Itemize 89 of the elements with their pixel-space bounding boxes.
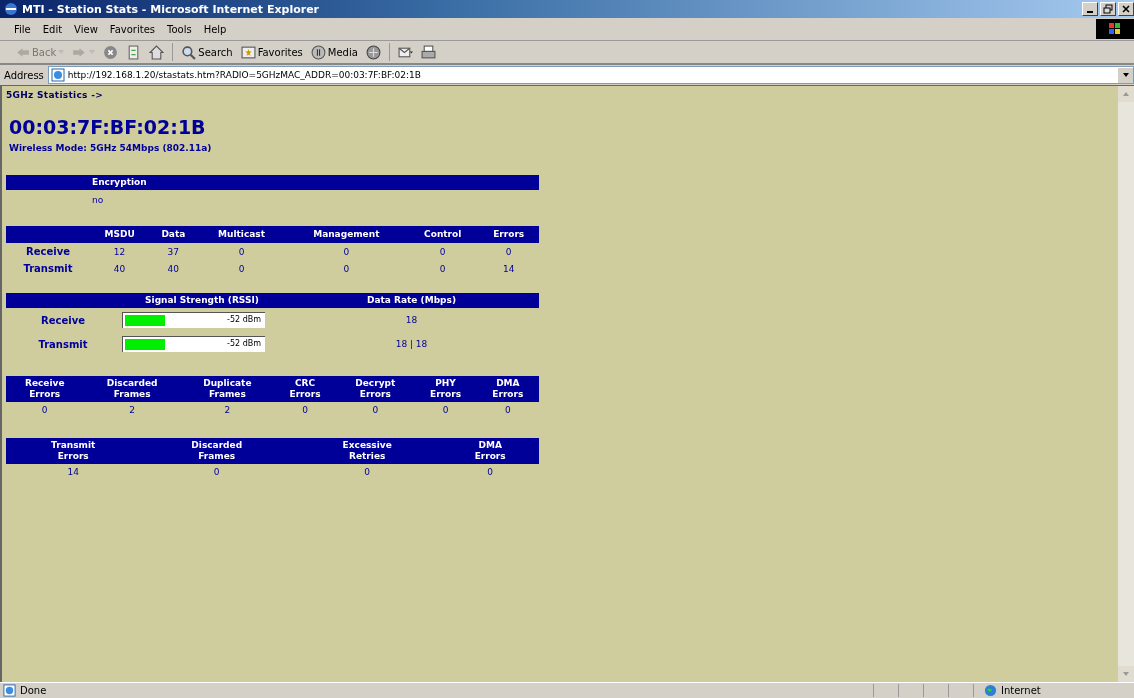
column-header: Transmit Errors (6, 438, 141, 464)
table-cell: 2 (129, 405, 135, 415)
restore-icon (1103, 4, 1113, 14)
menu-item[interactable]: Favorites (103, 23, 161, 35)
column-header: Excessive Retries (293, 438, 442, 464)
table-cell: 0 (302, 405, 308, 415)
window-title: MTI - Station Stats - Microsoft Internet Explorer (22, 2, 321, 16)
favorites-button[interactable]: Favorites (237, 44, 306, 60)
search-button[interactable]: Search (178, 44, 236, 60)
table-cell: 0 (213, 467, 220, 477)
table-cell: 40 (167, 263, 180, 274)
wireless-mode-text: Wireless Mode: 5GHz 54Mbps (802.11a) (8, 143, 213, 153)
column-header: Errors (478, 226, 539, 243)
printer-icon (420, 44, 436, 60)
address-label: Address (4, 69, 44, 81)
column-header: Discarded Frames (140, 438, 294, 464)
globe-icon (984, 684, 997, 697)
minimize-icon (1087, 11, 1093, 13)
minimize-button[interactable] (1082, 2, 1098, 16)
menu-item[interactable]: Help (197, 23, 233, 35)
table-cell: 0 (442, 405, 449, 415)
close-icon (1121, 4, 1131, 14)
table-cell: 0 (364, 467, 371, 477)
page-icon (50, 68, 65, 82)
windows-logo-icon (1096, 19, 1134, 39)
column-header: Encryption (90, 175, 539, 190)
restore-button[interactable] (1100, 2, 1116, 16)
table-cell: 18 (405, 315, 418, 325)
table-cell: 18 | 18 (395, 339, 428, 349)
menu-item[interactable]: Tools (161, 23, 198, 35)
column-header: Discarded Frames (83, 376, 181, 402)
caret-icon (89, 49, 96, 55)
signal-reading: -52 dBm (227, 339, 261, 348)
column-header: Management (285, 226, 408, 243)
column-header: Multicast (197, 226, 286, 243)
column-header: CRC Errors (273, 376, 337, 402)
table-cell: 0 (41, 405, 48, 415)
browser-icon (4, 2, 18, 16)
table-cell: 0 (343, 263, 350, 274)
table-cell: 2 (224, 405, 231, 415)
caret-icon (1121, 71, 1130, 79)
address-field[interactable]: http://192.168.1.20/stastats.htm?RADIO=5GHzMAC_ADDR=00:03:7F:BF:02:1B (47, 66, 1134, 84)
table-cell: 0 (439, 263, 446, 274)
menu-item[interactable]: File (8, 23, 37, 35)
station-address: 00:03:7F:BF:02:1B (8, 116, 207, 138)
column-header: Control (407, 226, 479, 243)
table-cell: 14 (502, 263, 515, 274)
stop-icon (103, 44, 119, 60)
table-cell: 37 (167, 246, 180, 257)
table-cell: 0 (505, 246, 512, 257)
row-label: Transmit (38, 338, 88, 350)
row-label: Transmit (23, 263, 73, 274)
breadcrumb-link[interactable]: 5GHz Statistics -> (6, 90, 1118, 100)
dropdown-button[interactable] (1118, 67, 1133, 83)
row-label: Receive (26, 246, 70, 257)
menu-item[interactable]: Edit (36, 23, 69, 35)
star-folder-icon (240, 44, 256, 60)
table-cell: 40 (113, 263, 126, 274)
column-header: DMA Errors (476, 376, 539, 402)
home-icon (149, 44, 165, 60)
table-cell: 0 (238, 263, 245, 274)
column-header: Receive Errors (6, 376, 84, 402)
column-header: Data (149, 226, 198, 243)
column-header: Decrypt Errors (336, 376, 415, 402)
column-header: MSDU (90, 226, 150, 243)
zone-label: Internet (1001, 685, 1041, 696)
search-icon (181, 44, 197, 60)
column-header: PHY Errors (414, 376, 477, 402)
media-icon (310, 44, 326, 60)
table-cell: no (92, 195, 104, 205)
status-text: Done (20, 685, 48, 696)
table-cell: 0 (504, 405, 511, 415)
column-header: Signal Strength (RSSI) (120, 293, 284, 308)
table-cell: 0 (238, 246, 245, 257)
table-cell: 0 (439, 246, 446, 257)
media-button[interactable]: Media (307, 44, 361, 60)
row-label: Receive (41, 314, 85, 326)
table-cell: 0 (487, 467, 494, 477)
table-cell: 14 (67, 467, 79, 477)
column-header: DMA Errors (441, 438, 539, 464)
table-cell: 0 (372, 405, 379, 415)
close-button[interactable] (1118, 2, 1134, 16)
caret-icon (58, 49, 65, 55)
table-cell: 0 (343, 246, 350, 257)
table-cell: 12 (113, 246, 126, 257)
menu-item[interactable]: View (68, 23, 104, 35)
signal-reading: -52 dBm (227, 315, 261, 324)
column-header: Duplicate Frames (180, 376, 274, 402)
column-header: Data Rate (Mbps) (284, 293, 539, 308)
